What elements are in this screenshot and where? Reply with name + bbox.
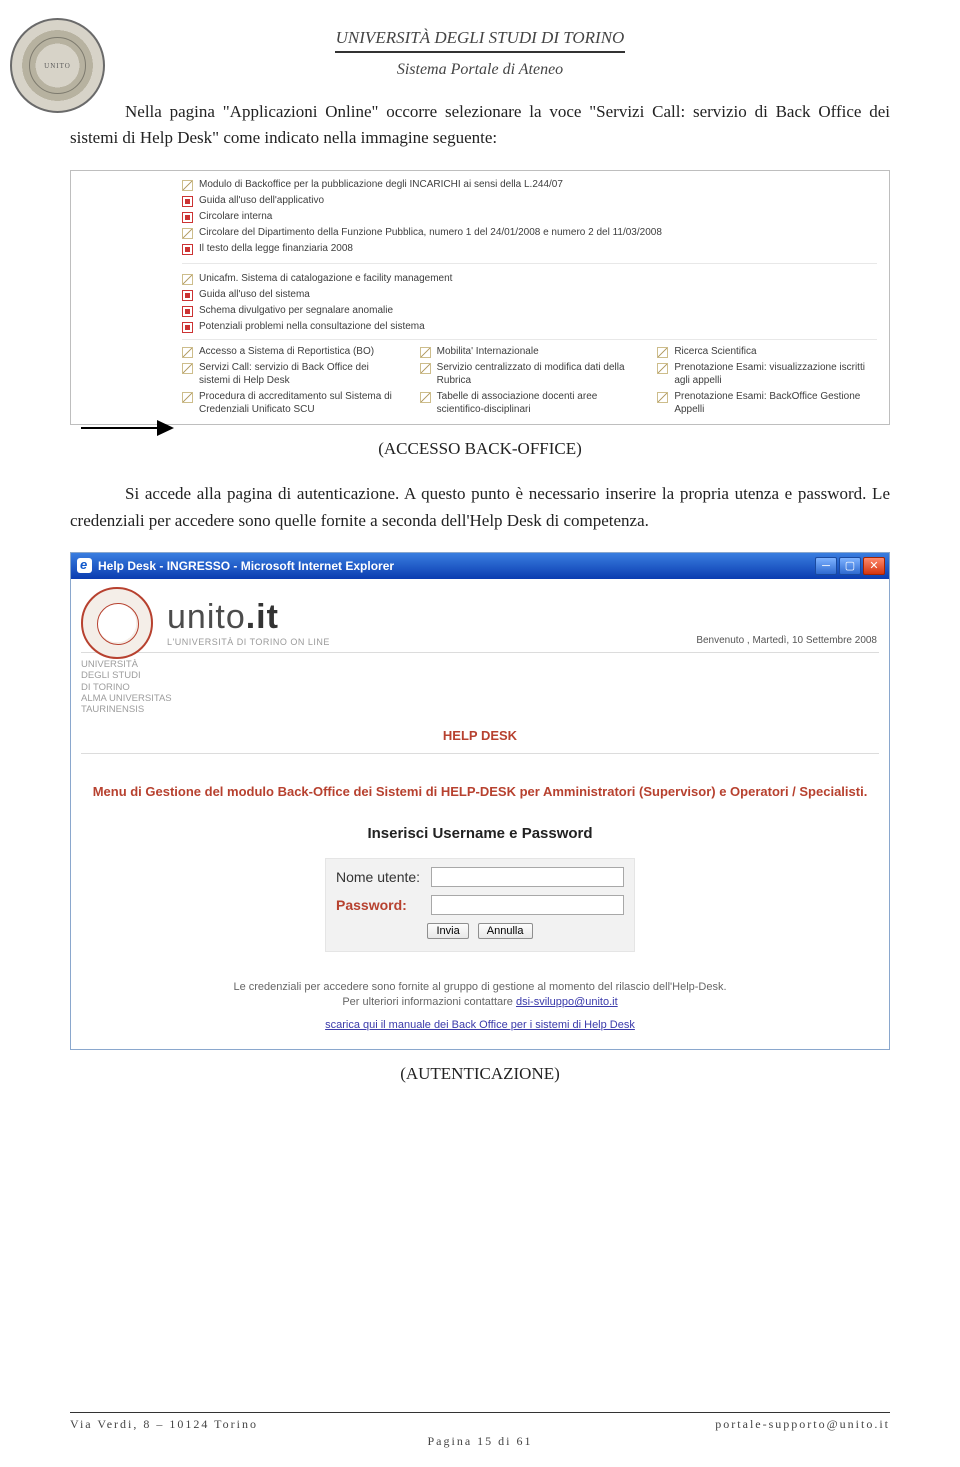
grid-item[interactable]: Accesso a Sistema di Reportistica (BO) bbox=[199, 346, 374, 359]
link-icon bbox=[182, 363, 193, 374]
footer-address: Via Verdi, 8 – 10124 Torino bbox=[70, 1417, 258, 1432]
caption-accesso-backoffice: (ACCESSO BACK-OFFICE) bbox=[70, 439, 890, 459]
intro-paragraph: Nella pagina "Applicazioni Online" occor… bbox=[70, 99, 890, 152]
caption-autenticazione: (AUTENTICAZIONE) bbox=[70, 1064, 890, 1084]
footer-email: portale-supporto@unito.it bbox=[715, 1417, 890, 1432]
password-input[interactable] bbox=[431, 895, 624, 915]
grid-item[interactable]: Prenotazione Esami: visualizzazione iscr… bbox=[674, 362, 877, 387]
link-icon bbox=[182, 347, 193, 358]
grid-item[interactable]: Ricerca Scientifica bbox=[674, 346, 756, 359]
link-icon bbox=[182, 392, 193, 403]
pdf-icon bbox=[182, 212, 193, 223]
unito-tagline: L'UNIVERSITÀ DI TORINO ON LINE bbox=[167, 637, 330, 647]
list-item[interactable]: Guida all'uso del sistema bbox=[199, 289, 310, 300]
app-list-section-2: Unicafm. Sistema di catalogazione e faci… bbox=[182, 271, 877, 335]
password-label: Password: bbox=[336, 897, 421, 913]
window-title: Help Desk - INGRESSO - Microsoft Interne… bbox=[98, 559, 394, 573]
university-seal: UNITO bbox=[10, 18, 105, 113]
link-icon bbox=[420, 347, 431, 358]
grid-item[interactable]: Procedura di accreditamento sul Sistema … bbox=[199, 391, 402, 416]
list-item[interactable]: Modulo di Backoffice per la pubblicazion… bbox=[199, 179, 563, 190]
pdf-icon bbox=[182, 290, 193, 301]
helpdesk-title: HELP DESK bbox=[81, 722, 879, 754]
grid-item[interactable]: Mobilita' Internazionale bbox=[437, 346, 539, 359]
app-grid: Accesso a Sistema di Reportistica (BO) M… bbox=[182, 339, 877, 417]
submit-button[interactable]: Invia bbox=[427, 923, 468, 939]
link-icon bbox=[182, 180, 193, 191]
doc-header-subtitle: Sistema Portale di Ateneo bbox=[70, 61, 890, 79]
app-list-section-1: Modulo di Backoffice per la pubblicazion… bbox=[182, 177, 877, 257]
window-close-button[interactable]: ✕ bbox=[863, 557, 885, 575]
insert-credentials-title: Inserisci Username e Password bbox=[81, 825, 879, 842]
menu-caption: Menu di Gestione del modulo Back-Office … bbox=[81, 784, 879, 801]
window-minimize-button[interactable]: ─ bbox=[815, 557, 837, 575]
window-titlebar: Help Desk - INGRESSO - Microsoft Interne… bbox=[71, 553, 889, 579]
link-icon bbox=[657, 363, 668, 374]
list-item[interactable]: Schema divulgativo per segnalare anomali… bbox=[199, 305, 393, 316]
unito-seal bbox=[81, 587, 153, 659]
pdf-icon bbox=[182, 244, 193, 255]
link-icon bbox=[657, 392, 668, 403]
auth-paragraph: Si accede alla pagina di autenticazione.… bbox=[70, 481, 890, 534]
grid-item-servizi-call[interactable]: Servizi Call: servizio di Back Office de… bbox=[199, 362, 402, 387]
credentials-note: Le credenziali per accedere sono fornite… bbox=[81, 980, 879, 1011]
cancel-button[interactable]: Annulla bbox=[478, 923, 533, 939]
brand-subtext: UNIVERSITÀ DEGLI STUDI DI TORINO ALMA UN… bbox=[81, 659, 879, 716]
header-rule bbox=[335, 51, 625, 53]
username-input[interactable] bbox=[431, 867, 624, 887]
footer-page-number: Pagina 15 di 61 bbox=[70, 1434, 890, 1449]
pdf-icon bbox=[182, 196, 193, 207]
list-item[interactable]: Circolare del Dipartimento della Funzion… bbox=[199, 227, 662, 238]
ie-icon bbox=[77, 558, 92, 573]
doc-footer: Via Verdi, 8 – 10124 Torino portale-supp… bbox=[0, 1412, 960, 1449]
list-item[interactable]: Il testo della legge finanziaria 2008 bbox=[199, 243, 353, 254]
list-item[interactable]: Guida all'uso dell'applicativo bbox=[199, 195, 324, 206]
pdf-icon bbox=[182, 322, 193, 333]
grid-item[interactable]: Tabelle di associazione docenti aree sci… bbox=[437, 391, 640, 416]
grid-item[interactable]: Prenotazione Esami: BackOffice Gestione … bbox=[674, 391, 877, 416]
link-icon bbox=[420, 363, 431, 374]
screenshot-login-window: Help Desk - INGRESSO - Microsoft Interne… bbox=[70, 552, 890, 1050]
link-icon bbox=[657, 347, 668, 358]
grid-item[interactable]: Servizio centralizzato di modifica dati … bbox=[437, 362, 640, 387]
list-item[interactable]: Unicafm. Sistema di catalogazione e faci… bbox=[199, 273, 452, 284]
window-maximize-button[interactable]: ▢ bbox=[839, 557, 861, 575]
pdf-icon bbox=[182, 306, 193, 317]
doc-header-title: UNIVERSITÀ DEGLI STUDI DI TORINO bbox=[70, 28, 890, 48]
support-mail-link[interactable]: dsi-sviluppo@unito.it bbox=[516, 996, 618, 1008]
screenshot-applicazioni-online: Modulo di Backoffice per la pubblicazion… bbox=[70, 170, 890, 426]
list-item[interactable]: Potenziali problemi nella consultazione … bbox=[199, 321, 425, 332]
manual-download-link[interactable]: scarica qui il manuale dei Back Office p… bbox=[325, 1019, 635, 1031]
list-item[interactable]: Circolare interna bbox=[199, 211, 272, 222]
username-label: Nome utente: bbox=[336, 869, 421, 885]
link-icon bbox=[420, 392, 431, 403]
link-icon bbox=[182, 274, 193, 285]
link-icon bbox=[182, 228, 193, 239]
unito-logo: unito.it bbox=[167, 598, 330, 637]
pointer-arrow bbox=[71, 171, 176, 425]
login-form: Nome utente: Password: Invia Annulla bbox=[325, 858, 635, 952]
